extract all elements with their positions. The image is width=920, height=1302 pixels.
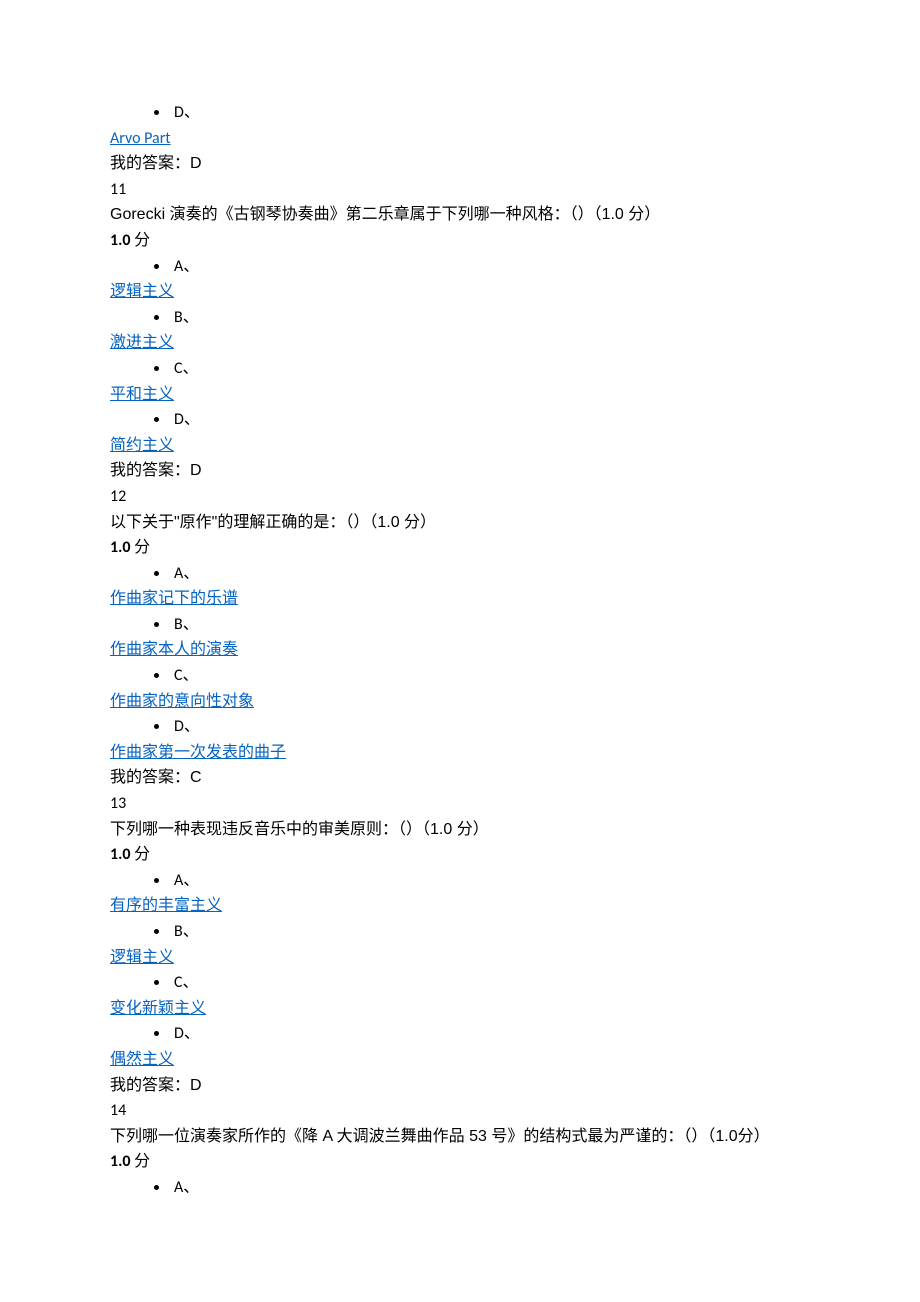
q13-option-c-marker: C、 — [170, 970, 810, 996]
q14-option-a-marker: A、 — [170, 1175, 810, 1201]
q12-option-b-marker: B、 — [170, 612, 810, 638]
q10-my-answer: 我的答案：D — [110, 151, 810, 177]
q11-option-a-marker: A、 — [170, 254, 810, 280]
q10-option-d-link[interactable]: Arvo Part — [110, 129, 171, 148]
q13-option-c-link[interactable]: 变化新颖主义 — [110, 1000, 206, 1017]
q13-my-answer: 我的答案：D — [110, 1073, 810, 1099]
q11-option-d-marker: D、 — [170, 407, 810, 433]
q13-option-b-marker: B、 — [170, 919, 810, 945]
q14-score: 1.0 分 — [110, 1149, 810, 1175]
q11-number: 11 — [110, 177, 810, 203]
q13-number: 13 — [110, 791, 810, 817]
q10-option-d-marker: D、 — [170, 100, 810, 126]
q13-score: 1.0 分 — [110, 842, 810, 868]
q11-text: Gorecki 演奏的《古钢琴协奏曲》第二乐章属于下列哪一种风格：（）（1.0 … — [110, 202, 810, 228]
q12-option-d-marker: D、 — [170, 714, 810, 740]
q12-my-answer: 我的答案：C — [110, 765, 810, 791]
q11-option-b-marker: B、 — [170, 305, 810, 331]
q11-score: 1.0 分 — [110, 228, 810, 254]
q14-number: 14 — [110, 1098, 810, 1124]
q11-my-answer: 我的答案：D — [110, 458, 810, 484]
q13-option-b-link[interactable]: 逻辑主义 — [110, 949, 174, 966]
q11-option-c-link[interactable]: 平和主义 — [110, 386, 174, 403]
q12-option-a-link[interactable]: 作曲家记下的乐谱 — [110, 590, 238, 607]
q13-option-a-marker: A、 — [170, 868, 810, 894]
q13-option-a-link[interactable]: 有序的丰富主义 — [110, 897, 222, 914]
q13-text: 下列哪一种表现违反音乐中的审美原则：（）（1.0 分） — [110, 817, 810, 843]
q12-option-a-marker: A、 — [170, 561, 810, 587]
q11-option-a-link[interactable]: 逻辑主义 — [110, 283, 174, 300]
q13-option-d-link[interactable]: 偶然主义 — [110, 1051, 174, 1068]
q14-text: 下列哪一位演奏家所作的《降 A 大调波兰舞曲作品 53 号》的结构式最为严谨的：… — [110, 1124, 810, 1150]
q12-option-b-link[interactable]: 作曲家本人的演奏 — [110, 641, 238, 658]
q12-text: 以下关于"原作"的理解正确的是：（）（1.0 分） — [110, 510, 810, 536]
q11-option-d-link[interactable]: 简约主义 — [110, 437, 174, 454]
q12-option-d-link[interactable]: 作曲家第一次发表的曲子 — [110, 744, 286, 761]
q12-number: 12 — [110, 484, 810, 510]
q12-option-c-marker: C、 — [170, 663, 810, 689]
q11-option-b-link[interactable]: 激进主义 — [110, 334, 174, 351]
q12-option-c-link[interactable]: 作曲家的意向性对象 — [110, 693, 254, 710]
q13-option-d-marker: D、 — [170, 1021, 810, 1047]
q12-score: 1.0 分 — [110, 535, 810, 561]
q11-option-c-marker: C、 — [170, 356, 810, 382]
